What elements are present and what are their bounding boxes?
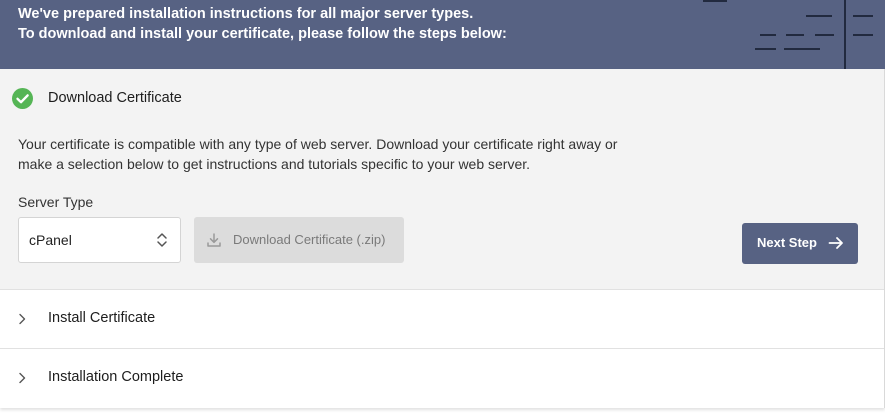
banner-text-line-2: To download and install your certificate… [18, 26, 507, 42]
chevron-up-down-icon [156, 232, 168, 253]
instructions-banner: We've prepared installation instructions… [0, 0, 885, 69]
certificate-steps-panel: Download Certificate Your certificate is… [0, 69, 885, 408]
check-circle-icon [12, 88, 33, 109]
banner-text-line-1: We've prepared installation instructions… [18, 6, 474, 22]
step-title-complete: Installation Complete [48, 369, 184, 385]
download-certificate-button[interactable]: Download Certificate (.zip) [194, 217, 404, 263]
step-install-certificate[interactable]: Install Certificate [0, 289, 884, 348]
step-title-download[interactable]: Download Certificate [48, 90, 182, 106]
step-description: Your certificate is compatible with any … [18, 136, 618, 172]
step-title-install: Install Certificate [48, 310, 156, 326]
step-download-certificate: Download Certificate Your certificate is… [0, 69, 884, 290]
server-type-select[interactable]: cPanel [18, 217, 181, 263]
download-certificate-label: Download Certificate (.zip) [233, 232, 386, 247]
step-installation-complete[interactable]: Installation Complete [0, 348, 884, 408]
arrow-right-icon [828, 236, 844, 255]
server-type-label: Server Type [18, 194, 94, 210]
chevron-right-icon [17, 371, 27, 390]
download-icon [206, 232, 222, 253]
server-type-value: cPanel [29, 232, 72, 248]
next-step-label: Next Step [757, 235, 817, 250]
chevron-right-icon [17, 312, 27, 331]
next-step-button[interactable]: Next Step [742, 223, 858, 264]
